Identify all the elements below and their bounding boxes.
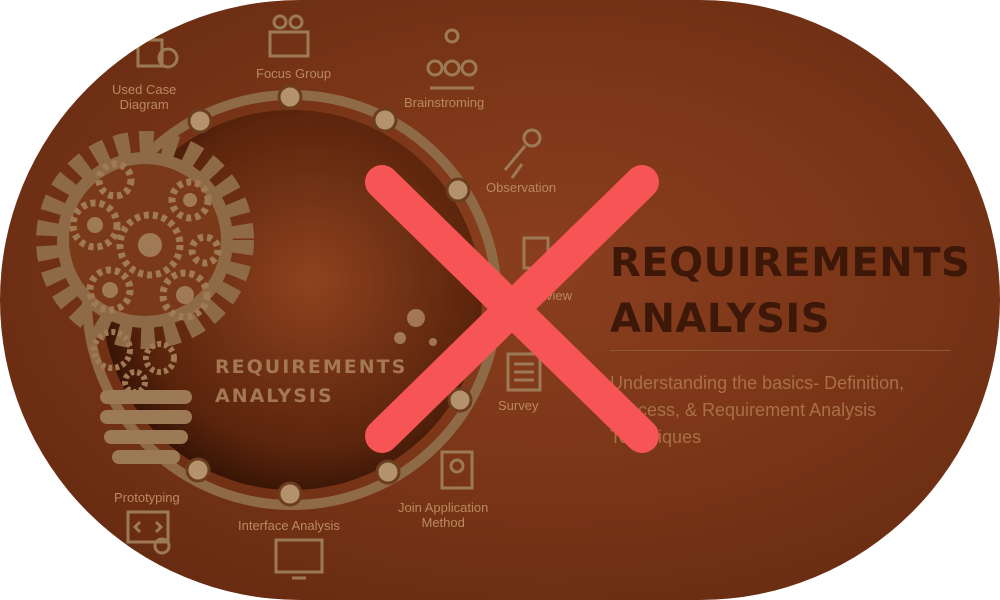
close-x-icon[interactable] [0,0,1000,600]
blocked-image-preview: Used Case Diagram Focus Group Brainstrom… [0,0,1000,600]
